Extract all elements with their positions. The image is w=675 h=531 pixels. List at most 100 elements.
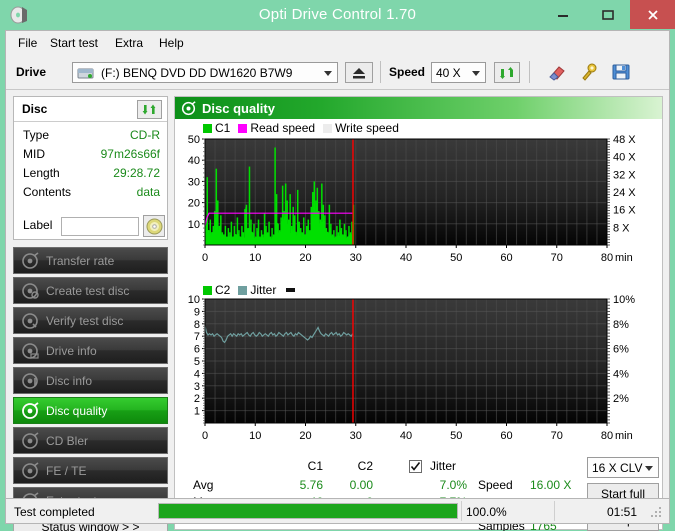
erase-button[interactable] (544, 60, 570, 84)
chevron-down-icon (472, 71, 480, 76)
svg-text:40 X: 40 X (613, 152, 636, 164)
svg-text:min: min (615, 252, 633, 264)
svg-text:30: 30 (350, 252, 362, 264)
disc-mid-label: MID (23, 147, 45, 161)
svg-text:8 X: 8 X (613, 222, 630, 234)
progress-percent-label: 100.0% (466, 505, 507, 519)
sidebar-item-label: FE / TE (46, 463, 87, 478)
sidebar-item-verify-test-disc[interactable]: Verify test disc (13, 307, 168, 334)
pane-header: Disc quality (175, 97, 662, 119)
status-divider-1 (461, 501, 462, 521)
legend-label-read-speed: Read speed (250, 121, 316, 135)
svg-text:80: 80 (601, 252, 613, 264)
speed-select[interactable]: 40 X (431, 62, 486, 83)
disc-type-value: CD-R (130, 128, 160, 142)
test-nav-list: Transfer rate Create test disc Verify te… (13, 247, 168, 517)
menu-extra[interactable]: Extra (111, 35, 147, 51)
disc-length-label: Length (23, 166, 60, 180)
legend-swatch-jitter (238, 285, 248, 295)
drive-info-icon (21, 342, 39, 360)
legend-swatch-write-speed (323, 123, 333, 133)
jitter-checkbox[interactable] (409, 460, 422, 473)
sidebar-item-disc-quality[interactable]: Disc quality (13, 397, 168, 424)
svg-text:50: 50 (450, 430, 462, 442)
chart1-legend: C1 Read speed Write speed (203, 121, 407, 135)
svg-text:70: 70 (551, 252, 563, 264)
svg-text:16 X: 16 X (613, 205, 636, 217)
sidebar-item-cd-bler[interactable]: CD Bler (13, 427, 168, 454)
svg-text:4: 4 (194, 368, 200, 380)
menu-start-test[interactable]: Start test (46, 35, 102, 51)
sidebar-item-fe-te[interactable]: FE / TE (13, 457, 168, 484)
menu-file[interactable]: File (14, 35, 41, 51)
svg-text:48 X: 48 X (613, 135, 636, 146)
svg-text:8: 8 (194, 319, 200, 331)
sidebar-item-transfer-rate[interactable]: Transfer rate (13, 247, 168, 274)
sidebar-item-label: Create test disc (46, 283, 130, 298)
c2-jitter-chart[interactable]: 1 2 3 4 5 6 7 8 9 10 2% 4% 6% 8% 10% 0 10 20 30 40 50 60 70 80 m… (175, 294, 662, 453)
close-button[interactable] (630, 0, 675, 29)
svg-text:10: 10 (249, 430, 261, 442)
drive-select[interactable]: (F:) BENQ DVD DD DW1620 B7W9 (72, 62, 338, 83)
disc-type-label: Type (23, 128, 50, 142)
svg-text:40: 40 (400, 430, 412, 442)
menu-bar: File Start test Extra Help (6, 31, 669, 54)
sidebar-item-label: Transfer rate (46, 253, 115, 268)
sidebar-item-label: Drive info (46, 343, 97, 358)
save-button[interactable] (608, 60, 634, 84)
disc-info-icon (21, 372, 39, 390)
legend-swatch-extra (286, 288, 296, 292)
speed-stat-value: 16.00 X (530, 478, 572, 492)
svg-text:10: 10 (249, 252, 261, 264)
jitter-label: Jitter (430, 459, 457, 473)
svg-text:10: 10 (188, 219, 200, 231)
client-area: File Start test Extra Help Drive (F:) BE… (5, 30, 670, 531)
chevron-down-icon (324, 71, 332, 76)
sidebar-item-disc-info[interactable]: Disc info (13, 367, 168, 394)
disc-label-input[interactable] (61, 217, 139, 236)
disc-row-mid: MID 97m26s66f (14, 146, 167, 165)
refresh-speed-button[interactable] (494, 62, 520, 83)
title-bar: Opti Drive Control 1.70 (0, 0, 675, 30)
svg-text:0: 0 (202, 430, 208, 442)
legend-label-c1: C1 (215, 121, 231, 135)
svg-text:20: 20 (188, 198, 200, 210)
disc-refresh-button[interactable] (137, 100, 162, 119)
menu-help[interactable]: Help (155, 35, 188, 51)
svg-text:60: 60 (500, 430, 512, 442)
svg-text:30: 30 (188, 176, 200, 188)
c1-read-speed-chart[interactable]: 10 20 30 40 50 8 X 16 X 24 X 32 X 40 X 48 X 0 10 20 30… (175, 134, 662, 275)
legend-label-write-speed: Write speed (335, 121, 399, 135)
drive-value: (F:) BENQ DVD DD DW1620 B7W9 (101, 65, 293, 80)
disc-row-type: Type CD-R (14, 127, 167, 146)
status-divider-2 (554, 501, 555, 521)
stats-header-c1: C1 (307, 459, 323, 473)
svg-text:20: 20 (299, 430, 311, 442)
svg-text:2%: 2% (613, 393, 629, 405)
svg-text:2: 2 (194, 393, 200, 405)
disc-cd-button[interactable] (143, 215, 165, 237)
chevron-down-icon (645, 466, 653, 471)
disc-panel-header: Disc (14, 97, 167, 122)
verify-test-disc-icon (21, 312, 39, 330)
tools-button[interactable] (576, 60, 602, 84)
eject-button[interactable] (345, 62, 373, 83)
sidebar-item-label: Verify test disc (46, 313, 124, 328)
disc-panel-title: Disc (22, 102, 48, 116)
svg-text:60: 60 (500, 252, 512, 264)
svg-text:50: 50 (188, 135, 200, 146)
svg-text:80: 80 (601, 430, 613, 442)
write-strategy-select[interactable]: 16 X CLV (587, 457, 659, 478)
toolbar: Drive (F:) BENQ DVD DD DW1620 B7W9 Speed… (6, 54, 669, 90)
svg-text:70: 70 (551, 430, 563, 442)
disc-contents-value: data (136, 185, 160, 199)
create-test-disc-icon (21, 282, 39, 300)
speed-label: Speed (389, 65, 426, 79)
svg-text:3: 3 (194, 381, 200, 393)
minimize-button[interactable] (540, 0, 585, 29)
sidebar-item-drive-info[interactable]: Drive info (13, 337, 168, 364)
disc-quality-icon (21, 401, 39, 420)
maximize-button[interactable] (585, 0, 630, 29)
sidebar-item-create-test-disc[interactable]: Create test disc (13, 277, 168, 304)
resize-grip[interactable] (651, 507, 663, 519)
